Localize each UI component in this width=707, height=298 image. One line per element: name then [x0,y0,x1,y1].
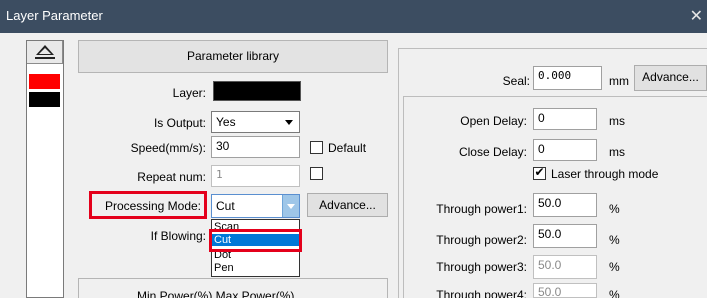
through-power-2-input[interactable]: 50.0 [533,224,597,248]
dropdown-button[interactable] [282,195,299,217]
mode-option-pen[interactable]: Pen [212,262,299,274]
speed-label: Speed(mm/s): [130,141,206,155]
through-power-1-unit: % [609,202,620,216]
left-edge-panel [0,33,26,298]
through-power-2-unit: % [609,233,620,247]
laser-through-checkbox[interactable]: ✔ [533,165,546,180]
open-delay-unit: ms [609,114,625,128]
default-label: Default [328,141,367,155]
through-power-4-input[interactable]: 50.0 [533,283,597,298]
layer-list[interactable] [26,40,64,298]
through-power-1-input[interactable]: 50.0 [533,193,597,217]
through-power-4-label: Through power4: [436,288,527,298]
layer-label: Layer: [172,86,206,100]
layer-swatch-black[interactable] [29,92,60,107]
through-power-1-label: Through power1: [436,202,527,216]
laser-through-label: Laser through mode [551,167,659,181]
seal-input[interactable]: 0.000 [533,66,602,90]
open-delay-input[interactable]: 0 [533,108,597,130]
speed-input[interactable]: 30 [211,136,300,158]
close-delay-unit: ms [609,145,625,159]
seal-unit: mm [609,74,629,88]
power-header: Min Power(%) Max Power(%) [137,289,295,298]
check-icon: ✔ [534,165,545,179]
seal-advance-button[interactable]: Advance... [634,65,707,91]
seal-label: Seal: [502,74,530,88]
chevron-down-icon [285,120,293,125]
is-output-value: Yes [216,115,236,129]
eject-icon-bar [35,57,55,59]
through-power-3-input[interactable]: 50.0 [533,255,597,279]
repeat-label: Repeat num: [137,170,206,184]
parameter-library-button[interactable]: Parameter library [78,40,388,73]
chevron-down-icon [287,204,295,209]
layer-color-swatch[interactable] [213,81,301,101]
close-icon[interactable]: ✕ [690,6,703,26]
is-output-select[interactable]: Yes [211,111,300,133]
title-bar: Layer Parameter ✕ [0,0,707,33]
close-delay-label: Close Delay: [458,145,527,159]
if-blowing-label: If Blowing: [150,229,206,243]
processing-mode-value: Cut [216,199,235,213]
processing-advance-button[interactable]: Advance... [307,193,388,217]
layer-swatch-red[interactable] [29,74,60,89]
processing-mode-select[interactable]: Cut [211,194,300,218]
repeat-input[interactable]: 1 [211,165,300,187]
cut-option-highlight [209,229,302,252]
open-delay-label: Open Delay: [460,114,527,128]
close-delay-input[interactable]: 0 [533,139,597,161]
default-checkbox[interactable] [310,141,323,154]
move-layer-up-button[interactable] [27,41,63,64]
window-title: Layer Parameter [6,8,103,23]
through-power-4-unit: % [609,288,620,298]
repeat-checkbox[interactable] [310,167,323,180]
processing-mode-label: Processing Mode: [104,199,201,213]
is-output-label: Is Output: [153,116,206,130]
power-group: Min Power(%) Max Power(%) [78,278,388,298]
through-power-3-unit: % [609,260,620,274]
eject-icon-inner [39,48,51,54]
through-power-3-label: Through power3: [436,260,527,274]
through-power-2-label: Through power2: [436,233,527,247]
